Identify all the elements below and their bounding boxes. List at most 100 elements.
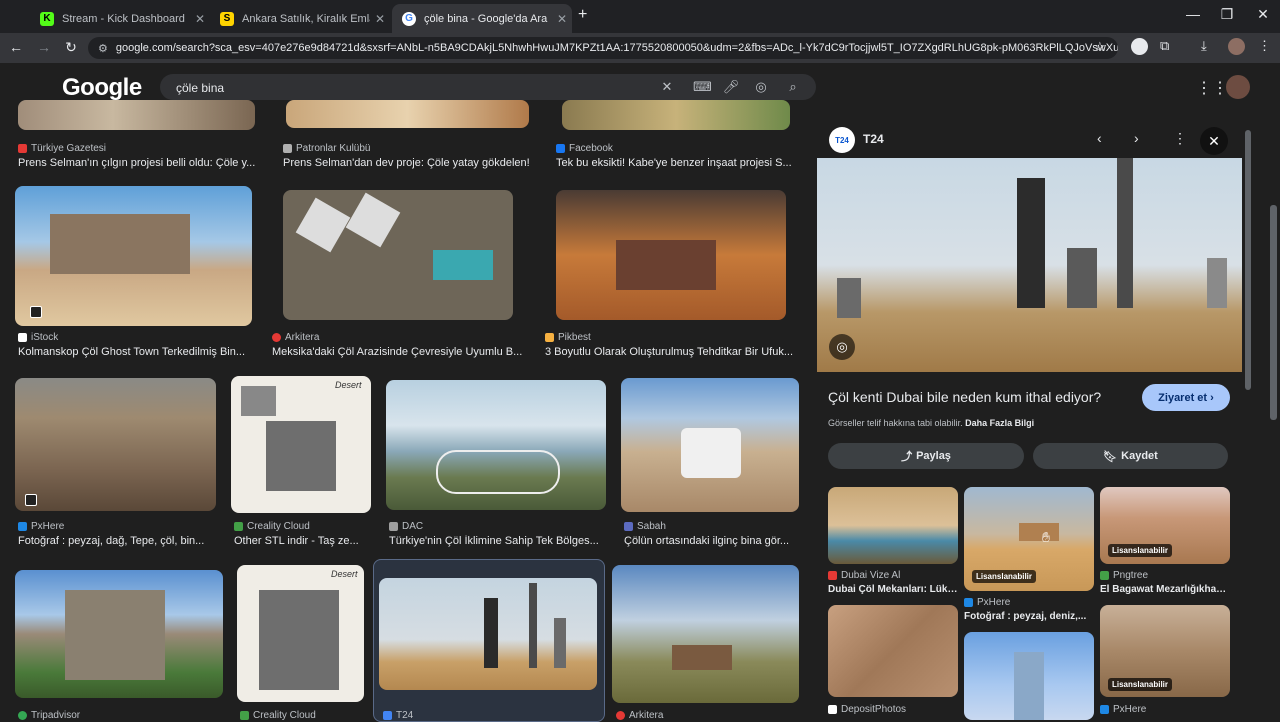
result-source[interactable]: Creality Cloud [240, 710, 316, 721]
result-image[interactable] [15, 570, 223, 698]
address-bar[interactable]: ⚙ google.com/search?sca_esv=407e276e9d84… [88, 37, 1118, 59]
result-source[interactable]: Facebook [556, 143, 613, 154]
more-info-link[interactable]: Daha Fazla Bilgi [965, 418, 1034, 428]
result-source[interactable]: Creality Cloud [234, 521, 310, 532]
result-image[interactable] [386, 380, 606, 510]
close-window-icon[interactable]: ✕ [1248, 6, 1278, 23]
share-button[interactable]: ⤴ Paylaş [828, 443, 1024, 469]
google-logo[interactable]: Google [62, 74, 142, 102]
result-image[interactable] [286, 100, 529, 128]
result-caption[interactable]: Meksika'daki Çöl Arazisinde Çevresiyle U… [272, 346, 527, 358]
related-image[interactable] [964, 632, 1094, 720]
lens-icon[interactable]: ◎ [752, 79, 770, 95]
related-source[interactable]: PxHere [964, 597, 1010, 608]
result-caption[interactable]: Other STL indir - Taş ze... [234, 535, 374, 547]
reload-icon[interactable]: ↻ [61, 39, 81, 56]
extension-circle-icon[interactable] [1131, 38, 1148, 55]
result-source[interactable]: Pikbest [545, 332, 591, 343]
result-source[interactable]: iStock [18, 332, 58, 343]
more-options-icon[interactable]: ⋮ [1173, 130, 1187, 147]
close-tab-icon[interactable]: ✕ [552, 12, 572, 26]
site-info-icon[interactable]: ⚙ [98, 42, 108, 55]
result-image[interactable] [621, 378, 799, 512]
panel-scrollbar[interactable] [1245, 130, 1251, 390]
preview-title[interactable]: Çöl kenti Dubai bile neden kum ithal edi… [828, 389, 1101, 405]
account-avatar[interactable] [1226, 75, 1250, 99]
related-source[interactable]: Dubai Vize Al [828, 570, 900, 581]
related-image[interactable]: Lisanslanabilir [1100, 605, 1230, 697]
close-panel-icon[interactable]: ✕ [1200, 127, 1228, 155]
keyboard-icon[interactable]: ⌨ [693, 79, 712, 95]
result-caption[interactable]: Türkiye'nin Çöl İklimine Sahip Tek Bölge… [389, 535, 615, 547]
minimize-icon[interactable]: — [1178, 6, 1208, 22]
result-source[interactable]: Arkitera [616, 710, 663, 721]
close-tab-icon[interactable]: ✕ [370, 12, 390, 26]
related-source[interactable]: PxHere [1100, 704, 1146, 715]
result-image[interactable] [562, 100, 790, 130]
result-source[interactable]: Arkitera [272, 332, 319, 343]
result-image[interactable]: Desert [231, 376, 371, 513]
source-favicon [545, 333, 554, 342]
related-image[interactable]: ✋︎ Lisanslanabilir [964, 487, 1094, 591]
source-logo[interactable]: T24 [829, 127, 855, 153]
result-image[interactable] [15, 378, 216, 511]
tab-kick-dashboard[interactable]: K Stream - Kick Dashboard ✕ [30, 4, 210, 33]
new-tab-button[interactable]: + [578, 6, 587, 24]
forward-icon[interactable]: → [34, 39, 54, 55]
search-input[interactable]: çöle bina [176, 81, 224, 95]
restore-icon[interactable]: ❐ [1212, 6, 1242, 23]
previous-image-icon[interactable]: ‹ [1097, 130, 1102, 146]
result-image[interactable]: Desert [237, 565, 364, 702]
next-image-icon[interactable]: › [1134, 130, 1139, 146]
close-tab-icon[interactable]: ✕ [190, 12, 210, 26]
visit-button[interactable]: Ziyaret et › [1142, 384, 1230, 411]
result-caption[interactable]: Fotoğraf : peyzaj, dağ, Tepe, çöl, bin..… [18, 535, 216, 547]
result-source[interactable]: Patronlar Kulübü [283, 143, 371, 154]
related-source[interactable]: DepositPhotos [828, 704, 906, 715]
result-caption[interactable]: Kolmanskop Çöl Ghost Town Terkedilmiş Bi… [18, 346, 254, 358]
result-source[interactable]: DAC [389, 521, 423, 532]
related-image[interactable] [828, 605, 958, 697]
related-caption[interactable]: El Bagawat Mezarlığıkharga... [1100, 584, 1230, 595]
extensions-puzzle-icon[interactable]: ⧉ [1160, 38, 1169, 54]
lens-search-icon[interactable]: ◎ [829, 334, 855, 360]
search-box[interactable] [160, 74, 816, 100]
source-favicon [828, 705, 837, 714]
browser-menu-icon[interactable]: ⋮ [1258, 38, 1271, 54]
result-image-selected[interactable] [379, 578, 597, 690]
result-image[interactable] [283, 190, 513, 320]
result-caption[interactable]: Prens Selman'ın çılgın projesi belli old… [18, 157, 262, 169]
back-icon[interactable]: ← [6, 39, 26, 55]
bookmark-star-icon[interactable]: ☆ [1094, 39, 1106, 55]
profile-avatar[interactable] [1228, 38, 1245, 55]
result-caption[interactable]: Tek bu eksikti! Kabe'ye benzer inşaat pr… [556, 157, 796, 169]
result-caption[interactable]: 3 Boyutlu Olarak Oluşturulmuş Tehditkar … [545, 346, 797, 358]
result-image[interactable] [556, 190, 786, 320]
related-image[interactable]: Lisanslanabilir [1100, 487, 1230, 564]
result-image[interactable] [612, 565, 799, 703]
tab-google-search[interactable]: G çöle bina - Google'da Ara ✕ [392, 4, 572, 33]
related-caption[interactable]: Dubai Çöl Mekanları: Lüks v... [828, 584, 958, 595]
clear-search-icon[interactable]: ✕ [658, 79, 676, 95]
related-image[interactable] [828, 487, 958, 564]
result-source[interactable]: T24 [383, 710, 413, 721]
save-button[interactable]: 🔖︎ Kaydet [1033, 443, 1228, 469]
result-source[interactable]: Tripadvisor [18, 710, 80, 721]
result-image[interactable] [15, 186, 252, 326]
apps-grid-icon[interactable]: ⋮⋮ [1196, 78, 1228, 98]
preview-image[interactable]: ◎ [817, 158, 1242, 372]
result-caption[interactable]: Çölün ortasındaki ilginç bina gör... [624, 535, 796, 547]
tab-emlak[interactable]: S Ankara Satılık, Kiralık Emlak İlan ✕ [210, 4, 390, 33]
microphone-icon[interactable]: 🎤︎ [722, 79, 740, 95]
result-caption[interactable]: Prens Selman'dan dev proje: Çöle yatay g… [283, 157, 533, 169]
result-source[interactable]: PxHere [18, 521, 64, 532]
result-source[interactable]: Sabah [624, 521, 666, 532]
related-caption[interactable]: Fotoğraf : peyzaj, deniz,... [964, 611, 1094, 622]
result-image[interactable] [18, 100, 255, 130]
result-source[interactable]: Türkiye Gazetesi [18, 143, 106, 154]
page-scrollbar[interactable] [1270, 205, 1277, 420]
download-icon[interactable]: ⤓ [1201, 38, 1207, 54]
search-icon[interactable]: ⌕ [784, 79, 802, 95]
related-source[interactable]: Pngtree [1100, 570, 1148, 581]
source-name[interactable]: T24 [863, 132, 884, 146]
